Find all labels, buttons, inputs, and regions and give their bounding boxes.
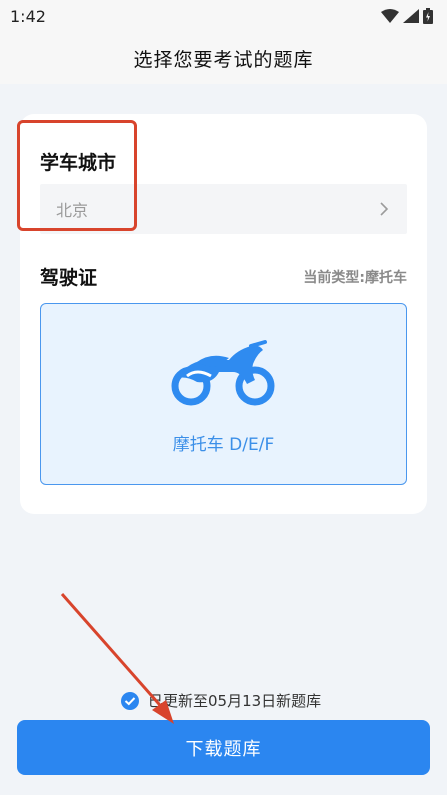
status-bar: 1:42 — [0, 0, 447, 32]
page-title: 选择您要考试的题库 — [133, 48, 314, 71]
wifi-icon — [381, 9, 399, 23]
check-circle-icon — [121, 691, 139, 710]
city-select[interactable]: 北京 — [40, 184, 407, 234]
license-option-label: 摩托车 D/E/F — [172, 435, 275, 455]
battery-icon — [423, 8, 433, 24]
motorcycle-icon — [171, 340, 275, 406]
header: 选择您要考试的题库 — [0, 32, 447, 84]
license-option-motorcycle[interactable]: 摩托车 D/E/F — [40, 303, 407, 485]
download-button[interactable]: 下载题库 — [17, 720, 430, 775]
license-section-title: 驾驶证 — [40, 267, 98, 289]
update-notice: 已更新至05月13日新题库 — [120, 690, 321, 711]
update-text: 已更新至05月13日新题库 — [148, 692, 322, 710]
chevron-right-icon — [380, 202, 389, 216]
signal-icon — [403, 9, 419, 23]
current-type-label: 当前类型:摩托车 — [303, 270, 407, 286]
download-button-label: 下载题库 — [185, 738, 262, 760]
status-time: 1:42 — [10, 6, 46, 26]
city-section-title: 学车城市 — [40, 152, 117, 174]
status-icons — [381, 8, 433, 24]
city-value: 北京 — [56, 201, 89, 220]
